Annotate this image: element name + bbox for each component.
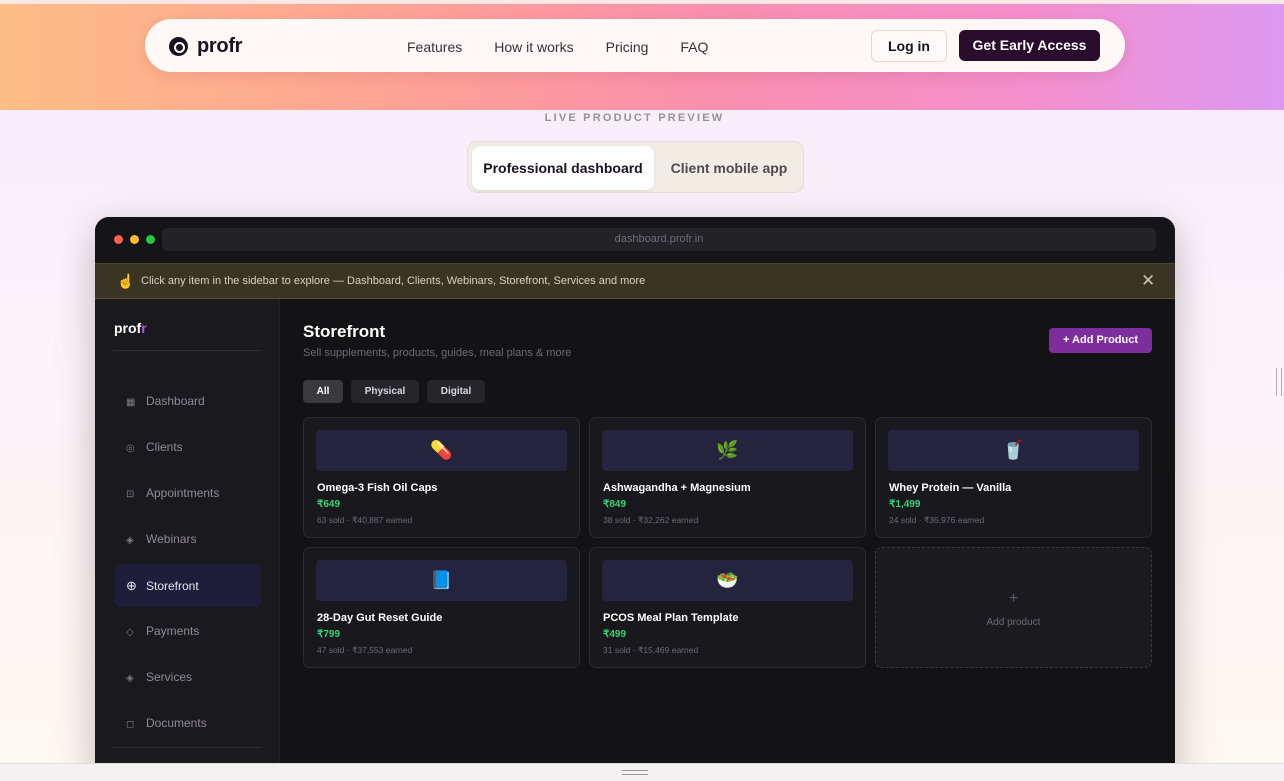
product-card[interactable]: 📘 28-Day Gut Reset Guide ₹799 47 sold · ₹37…	[303, 547, 580, 668]
sidebar-item-dashboard[interactable]: ▦ Dashboard	[114, 380, 262, 423]
window-titlebar: dashboard.profr.in	[95, 217, 1175, 263]
info-banner: ☝ Click any item in the sidebar to explo…	[95, 263, 1175, 299]
resize-grip-icon[interactable]	[622, 770, 648, 775]
get-early-access-button[interactable]: Get Early Access	[959, 30, 1100, 61]
pill-icon: 💊	[316, 430, 567, 471]
sidebar-brand[interactable]: profr	[114, 320, 147, 336]
nav-link-pricing[interactable]: Pricing	[606, 39, 649, 55]
close-dot-icon[interactable]	[114, 235, 123, 244]
preview-toggle: Professional dashboard Client mobile app	[467, 141, 804, 193]
banner-text: Click any item in the sidebar to explore…	[141, 275, 646, 287]
product-card[interactable]: 🌿 Ashwagandha + Magnesium ₹849 38 sold · ₹3…	[589, 417, 866, 538]
sidebar-divider-bottom	[113, 747, 262, 748]
sidebar-item-services[interactable]: ◈ Services	[114, 656, 262, 699]
preview-label: LIVE PRODUCT PREVIEW	[544, 112, 725, 124]
webinar-icon: ◈	[126, 535, 134, 546]
close-icon[interactable]: ✕	[1141, 271, 1155, 291]
sidebar-item-webinars[interactable]: ◈ Webinars	[114, 518, 262, 561]
top-navbar: profr Features How it works Pricing FAQ …	[145, 19, 1125, 72]
product-card[interactable]: 🥤 Whey Protein — Vanilla ₹1,499 24 sold · ₹…	[875, 417, 1152, 538]
sidebar-item-label: Clients	[146, 440, 183, 454]
filter-physical[interactable]: Physical	[351, 380, 419, 403]
sidebar-item-appointments[interactable]: ⊡ Appointments	[114, 472, 262, 515]
toggle-client-mobile-app[interactable]: Client mobile app	[658, 146, 800, 190]
toggle-professional-dashboard[interactable]: Professional dashboard	[472, 146, 654, 190]
sidebar-item-label: Documents	[146, 716, 207, 730]
product-name: Omega-3 Fish Oil Caps	[317, 482, 438, 494]
sidebar-item-label: Webinars	[146, 532, 197, 546]
services-icon: ◈	[126, 673, 134, 684]
product-name: PCOS Meal Plan Template	[603, 612, 739, 624]
sidebar-item-storefront[interactable]: ⊕ Storefront	[114, 564, 262, 607]
maximize-dot-icon[interactable]	[146, 235, 155, 244]
brand-logo[interactable]: profr	[169, 35, 242, 58]
page-title: Storefront	[303, 322, 386, 341]
scrollbar-handle[interactable]	[1276, 368, 1282, 396]
filter-digital[interactable]: Digital	[427, 380, 485, 403]
product-card[interactable]: 🥗 PCOS Meal Plan Template ₹499 31 sold · ₹1…	[589, 547, 866, 668]
product-price: ₹799	[317, 629, 341, 640]
sidebar-brand-text: prof	[114, 320, 142, 336]
storefront-panel: Storefront Sell supplements, products, g…	[280, 299, 1175, 777]
product-name: Whey Protein — Vanilla	[889, 482, 1012, 494]
product-price: ₹499	[603, 629, 627, 640]
brand-name: profr	[197, 35, 243, 57]
sidebar-item-clients[interactable]: ◎ Clients	[114, 426, 262, 469]
product-price: ₹649	[317, 499, 341, 510]
nav-link-features[interactable]: Features	[407, 39, 462, 55]
sidebar-item-documents[interactable]: ◻ Documents	[114, 702, 262, 745]
product-sales-meta: 24 sold · ₹35,976 earned	[889, 515, 985, 525]
sidebar-brand-accent: r	[141, 320, 147, 336]
book-icon: 📘	[316, 560, 567, 601]
storefront-icon: ⊕	[126, 578, 137, 593]
documents-icon: ◻	[126, 719, 135, 730]
sidebar-divider	[113, 350, 262, 351]
plus-icon: +	[1008, 590, 1019, 607]
add-product-card-label: Add product	[986, 617, 1041, 628]
add-product-button[interactable]: + Add Product	[1049, 328, 1152, 353]
payments-icon: ◇	[126, 627, 134, 638]
minimize-dot-icon[interactable]	[130, 235, 139, 244]
login-button[interactable]: Log in	[871, 30, 947, 62]
product-sales-meta: 47 sold · ₹37,553 earned	[317, 645, 413, 655]
shaker-icon: 🥤	[888, 430, 1139, 471]
product-card[interactable]: 💊 Omega-3 Fish Oil Caps ₹649 63 sold · ₹40,…	[303, 417, 580, 538]
nav-link-how-it-works[interactable]: How it works	[494, 39, 573, 55]
herb-icon: 🌿	[602, 430, 853, 471]
logo-eye-icon	[169, 37, 188, 56]
filter-all[interactable]: All	[303, 380, 343, 403]
sidebar-item-label: Storefront	[146, 579, 199, 593]
sidebar-item-label: Dashboard	[146, 394, 205, 408]
salad-icon: 🥗	[602, 560, 853, 601]
sidebar-item-label: Appointments	[146, 486, 220, 500]
grid-icon: ▦	[126, 397, 136, 408]
product-price: ₹1,499	[889, 499, 921, 510]
product-name: 28-Day Gut Reset Guide	[317, 612, 443, 624]
url-bar[interactable]: dashboard.profr.in	[162, 228, 1156, 251]
sidebar-item-label: Services	[146, 670, 193, 684]
nav-links: Features How it works Pricing FAQ	[407, 39, 708, 55]
product-sales-meta: 63 sold · ₹40,887 earned	[317, 515, 413, 525]
nav-link-faq[interactable]: FAQ	[680, 39, 708, 55]
calendar-icon: ⊡	[126, 489, 135, 500]
pointing-hand-icon: ☝	[117, 273, 135, 289]
sidebar-item-label: Payments	[146, 624, 200, 638]
dashboard-window: dashboard.profr.in ☝ Click any item in t…	[95, 217, 1175, 777]
add-product-card[interactable]: + Add product	[875, 547, 1152, 668]
sidebar: profr ▦ Dashboard ◎ Clients ⊡ Appointments ◈ We…	[95, 299, 280, 777]
page-subtitle: Sell supplements, products, guides, meal…	[303, 347, 572, 359]
product-price: ₹849	[603, 499, 627, 510]
product-name: Ashwagandha + Magnesium	[603, 482, 751, 494]
product-sales-meta: 38 sold · ₹32,262 earned	[603, 515, 699, 525]
product-sales-meta: 31 sold · ₹15,469 earned	[603, 645, 699, 655]
clients-icon: ◎	[126, 443, 135, 454]
sidebar-item-payments[interactable]: ◇ Payments	[114, 610, 262, 653]
top-strip	[0, 0, 1284, 4]
